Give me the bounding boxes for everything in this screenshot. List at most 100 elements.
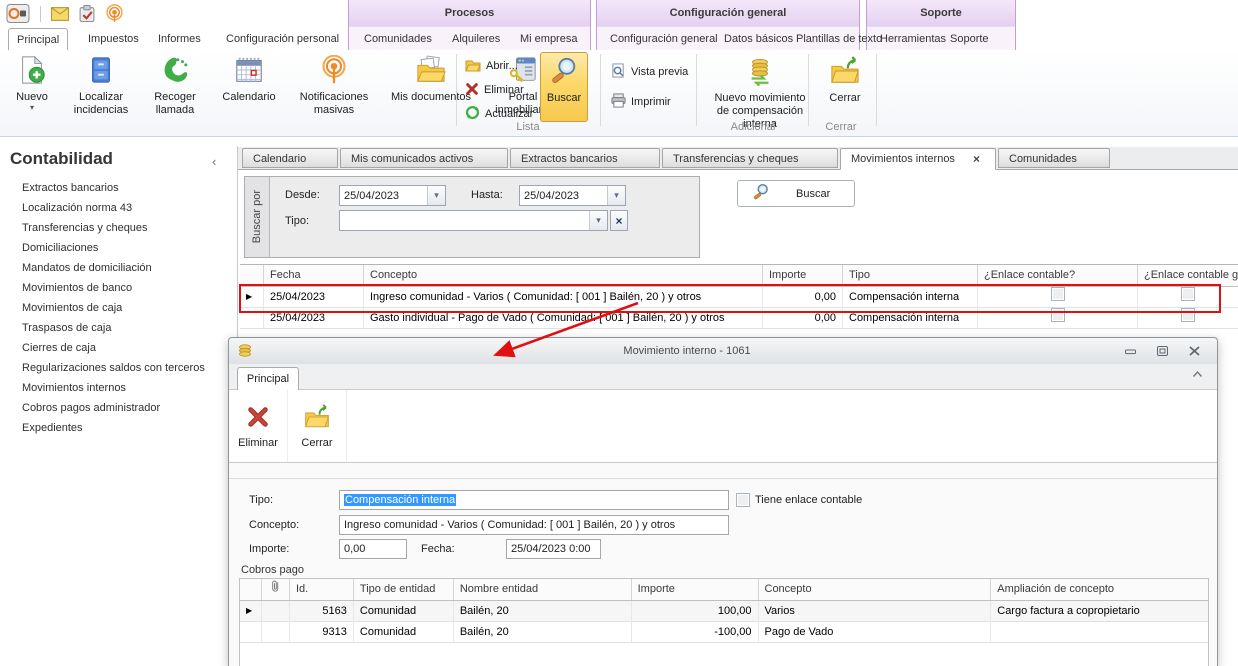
doc-tab-extractos-bancarios[interactable]: Extractos bancarios [510,148,660,168]
dropdown-icon[interactable]: ▾ [427,186,445,205]
document-tab-strip: Calendario Mis comunicados activos Extra… [238,147,1238,170]
dropdown-icon[interactable]: ▾ [589,211,607,230]
quick-access-toolbar [6,3,124,24]
col-concepto[interactable]: Concepto [759,579,992,600]
hasta-combo[interactable]: 25/04/2023 ▾ [519,185,626,206]
sidebar-item-transferencias-cheques[interactable]: Transferencias y cheques [22,218,205,238]
importe-field[interactable]: 0,00 [339,539,407,559]
desde-combo[interactable]: 25/04/2023 ▾ [339,185,446,206]
sidebar-item-mandatos-domiciliacion[interactable]: Mandatos de domiciliación [22,258,205,278]
filter-buscar-button[interactable]: Buscar [737,180,855,207]
sidebar-item-movimientos-internos[interactable]: Movimientos internos [22,378,205,398]
abrir-button[interactable]: Abrir... [462,56,521,76]
table-row[interactable]: ▶ 5163 Comunidad Bailén, 20 100,00 Vario… [240,601,1208,622]
filter-panel-tab[interactable]: Buscar por [245,177,270,257]
clear-filter-button[interactable]: × [610,210,628,231]
col-importe[interactable]: Importe [632,579,759,600]
close-folder-icon [304,404,330,433]
vista-previa-button[interactable]: Vista previa [608,62,691,82]
ribbon-tab-configuracion-personal[interactable]: Configuración personal [218,28,347,50]
ribbon-tab-impuestos[interactable]: Impuestos [80,28,147,50]
col-enlace-gestor[interactable]: ¿Enlace contable gestor patrimo [1138,265,1238,286]
eliminar-button[interactable]: Eliminar [462,80,527,100]
sidebar-item-movimientos-banco[interactable]: Movimientos de banco [22,278,205,298]
ribbon-tab-mi-empresa[interactable]: Mi empresa [512,28,585,50]
ribbon-tab-informes[interactable]: Informes [150,28,209,50]
sidebar-item-cierres-caja[interactable]: Cierres de caja [22,338,205,358]
app-icon[interactable] [6,3,30,24]
dialog-tab-principal[interactable]: Principal [237,367,299,390]
tipo-combo[interactable]: ▾ [339,210,608,231]
dialog-cerrar-button[interactable]: Cerrar [288,390,347,462]
enlace-contable-checkbox[interactable] [1051,308,1065,322]
localizar-incidencias-button[interactable]: Localizar incidencias [62,51,140,120]
tipo-field-label: Tipo: [249,494,273,506]
tasks-icon[interactable] [79,5,95,22]
tiene-enlace-checkbox[interactable] [736,493,750,507]
nuevo-button[interactable]: Nuevo ▾ [2,51,62,114]
grid-header-row: Fecha Concepto Importe Tipo ¿Enlace cont… [240,264,1238,287]
sidebar-collapse-icon[interactable]: ‹ [212,154,216,169]
collapse-ribbon-icon[interactable] [1192,369,1203,381]
ribbon-tab-soporte[interactable]: Soporte [942,28,997,50]
dropdown-icon[interactable]: ▾ [607,186,625,205]
dialog-eliminar-button[interactable]: Eliminar [229,390,288,462]
enlace-gestor-checkbox[interactable] [1181,287,1195,301]
row-indicator-header [240,579,262,600]
doc-tab-transferencias-cheques[interactable]: Transferencias y cheques [662,148,838,168]
sidebar-item-extractos-bancarios[interactable]: Extractos bancarios [22,178,205,198]
coins-exchange-icon [745,56,775,90]
sidebar-item-movimientos-caja[interactable]: Movimientos de caja [22,298,205,318]
qat-separator [40,6,41,22]
sidebar-item-expedientes[interactable]: Expedientes [22,418,205,438]
doc-tab-mis-comunicados[interactable]: Mis comunicados activos [340,148,508,168]
sidebar-item-cobros-pagos-administrador[interactable]: Cobros pagos administrador [22,398,205,418]
close-tab-icon[interactable]: × [973,153,980,165]
open-folder-icon [465,57,481,76]
table-row[interactable]: ▶ 25/04/2023 Ingreso comunidad - Varios … [240,287,1238,308]
enlace-contable-checkbox[interactable] [1051,287,1065,301]
concepto-field[interactable]: Ingreso comunidad - Varios ( Comunidad: … [339,515,729,535]
minimize-icon[interactable] [1121,344,1139,358]
buscar-button[interactable]: Buscar [540,52,588,122]
mail-icon[interactable] [51,7,69,21]
calendario-button[interactable]: Calendario [210,51,288,107]
folder-documents-icon [416,55,446,89]
col-importe[interactable]: Importe [763,265,843,286]
enlace-gestor-checkbox[interactable] [1181,308,1195,322]
col-fecha[interactable]: Fecha [264,265,364,286]
doc-tab-comunidades[interactable]: Comunidades [998,148,1110,168]
doc-tab-movimientos-internos[interactable]: Movimientos internos × [840,148,996,170]
close-icon[interactable] [1185,344,1203,358]
ribbon-tab-alquileres[interactable]: Alquileres [444,28,508,50]
ribbon-tab-configuracion-general[interactable]: Configuración general [602,28,726,50]
col-enlace-contable[interactable]: ¿Enlace contable? [978,265,1138,286]
notificaciones-masivas-button[interactable]: Notificaciones masivas [288,51,380,120]
broadcast-icon[interactable] [105,4,124,23]
dialog-titlebar[interactable]: Movimiento interno - 1061 [229,338,1217,364]
delete-x-icon [465,82,479,99]
sidebar-item-domiciliaciones[interactable]: Domiciliaciones [22,238,205,258]
recoger-llamada-button[interactable]: Recoger llamada [140,51,210,120]
ribbon-tab-comunidades[interactable]: Comunidades [356,28,440,50]
restore-icon[interactable] [1153,344,1171,358]
col-tipo[interactable]: Tipo [843,265,978,286]
sidebar-item-traspasos-caja[interactable]: Traspasos de caja [22,318,205,338]
table-row[interactable]: 25/04/2023 Gasto individual - Pago de Va… [240,308,1238,329]
cerrar-button[interactable]: Cerrar [814,52,876,108]
col-nombre-entidad[interactable]: Nombre entidad [454,579,632,600]
broadcast-icon [319,55,349,89]
imprimir-button[interactable]: Imprimir [608,92,674,112]
doc-tab-calendario[interactable]: Calendario [242,148,338,168]
fecha-field[interactable]: 25/04/2023 0:00 [506,539,601,559]
sidebar-item-localizacion-norma-43[interactable]: Localización norma 43 [22,198,205,218]
table-row[interactable]: 9313 Comunidad Bailén, 20 -100,00 Pago d… [240,622,1208,643]
tipo-field[interactable]: Compensación interna [339,490,729,510]
movimientos-grid: Fecha Concepto Importe Tipo ¿Enlace cont… [240,264,1238,329]
col-id[interactable]: Id. [290,579,354,600]
sidebar-item-regularizaciones[interactable]: Regularizaciones saldos con terceros [22,358,205,378]
col-ampliacion[interactable]: Ampliación de concepto [991,579,1208,600]
col-tipo-entidad[interactable]: Tipo de entidad [354,579,454,600]
ribbon-tab-principal[interactable]: Principal [8,28,68,51]
col-concepto[interactable]: Concepto [364,265,763,286]
